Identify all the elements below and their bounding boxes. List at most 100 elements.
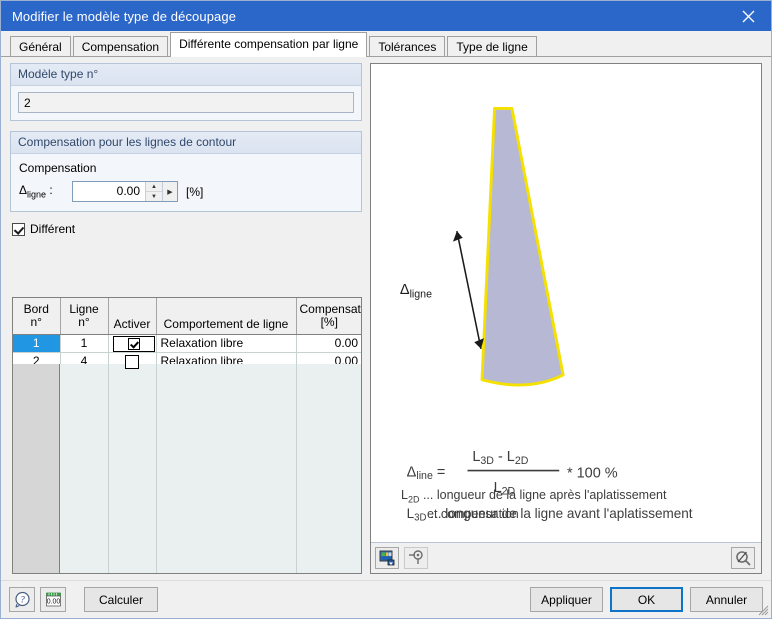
zoom-reset-button[interactable]	[731, 547, 755, 569]
legend-symbol: L	[401, 487, 408, 502]
table-gridline	[108, 364, 109, 573]
table-row[interactable]: 1 1 Relaxation libre 0.00	[13, 334, 361, 353]
tab-type-de-ligne[interactable]: Type de ligne	[447, 36, 537, 56]
cell-compensation[interactable]: 0.00	[296, 352, 361, 370]
row-header-cell[interactable]: 2	[13, 352, 61, 370]
column-header-bord[interactable]: Bord n°	[13, 298, 61, 335]
calculate-button[interactable]: Calculer	[84, 587, 158, 612]
delta-symbol: Δ	[19, 183, 28, 198]
header-line1: Bord	[23, 302, 49, 316]
tab-label: Tolérances	[378, 40, 437, 54]
tab-tolerances[interactable]: Tolérances	[369, 36, 446, 56]
column-header-ligne[interactable]: Ligne n°	[60, 298, 109, 335]
tab-label: Type de ligne	[456, 40, 528, 54]
formula-lhs: Δline =	[407, 464, 446, 482]
activer-checkbox[interactable]	[127, 337, 140, 350]
activer-checkbox-frame[interactable]	[112, 335, 155, 352]
cell-ligne[interactable]: 1	[60, 334, 109, 353]
activer-checkbox[interactable]	[125, 354, 139, 369]
cell-compensation[interactable]: 0.00	[296, 334, 361, 353]
cell-empty[interactable]	[60, 369, 109, 386]
formula-tail: * 100 %	[567, 465, 618, 481]
tab-compensation[interactable]: Compensation	[72, 36, 169, 56]
column-header-compensation[interactable]: Compensation [%]	[296, 298, 362, 335]
column-header-activer[interactable]: Activer	[108, 298, 157, 335]
tab-label: Différente compensation par ligne	[179, 37, 359, 51]
preview-canvas[interactable]: Δligne Δline = L3D - L2D L2D * 100 % L3D…	[371, 64, 761, 542]
header-line2: Activer	[113, 317, 151, 331]
different-checkbox-row[interactable]: Différent	[12, 222, 362, 236]
spinner-up-icon[interactable]: ▲	[146, 182, 162, 192]
ok-button[interactable]: OK	[610, 587, 683, 612]
table-row[interactable]: 2 4 Relaxation libre 0.00	[13, 352, 361, 370]
visibility-toggle-icon	[408, 550, 423, 564]
different-checkbox-label: Différent	[30, 222, 76, 236]
header-line2: n°	[30, 315, 42, 329]
contour-compensation-group: Compensation pour les lignes de contour …	[10, 131, 362, 212]
resize-grip-icon[interactable]	[757, 604, 769, 616]
zoom-reset-icon	[735, 551, 751, 566]
tab-general[interactable]: Général	[10, 36, 71, 56]
tab-differente-compensation-par-ligne[interactable]: Différente compensation par ligne	[170, 32, 368, 57]
cell-activer[interactable]	[108, 352, 157, 370]
preview-panel: Δligne Δline = L3D - L2D L2D * 100 % L3D…	[370, 63, 762, 574]
header-line2: Comportement de ligne	[163, 317, 289, 331]
units-icon: 0.00	[45, 592, 61, 607]
line-compensation-table-wrapper: Bord n° Ligne n° Activer Comportement de…	[12, 297, 362, 574]
help-button[interactable]: ?	[9, 587, 35, 612]
table-empty-rowheader-column	[13, 364, 60, 573]
units-button[interactable]: 0.00	[40, 587, 66, 612]
spinner-down-icon[interactable]: ▼	[146, 192, 162, 201]
delta-measure-line	[456, 230, 482, 350]
cell-empty[interactable]	[156, 369, 297, 386]
spinner-more-icon[interactable]: ▶	[162, 182, 177, 201]
different-checkbox[interactable]	[12, 222, 25, 236]
dialog-content: Modèle type n° Compensation pour les lig…	[1, 56, 771, 618]
spinner-arrows[interactable]: ▲ ▼	[145, 182, 162, 201]
left-panel: Modèle type n° Compensation pour les lig…	[10, 63, 362, 574]
header-line2: [%]	[320, 315, 338, 329]
model-type-input[interactable]	[18, 92, 354, 113]
svg-text:0.00: 0.00	[46, 599, 60, 606]
close-button[interactable]	[725, 1, 771, 31]
render-image-button[interactable]	[375, 547, 399, 569]
cancel-button[interactable]: Annuler	[690, 587, 763, 612]
render-image-icon	[379, 550, 394, 566]
delta-line-value[interactable]: 0.00	[73, 182, 145, 201]
delta-subscript: ligne	[27, 189, 47, 200]
cell-comportement[interactable]: Relaxation libre	[156, 334, 297, 353]
table-gridline	[296, 364, 297, 573]
visibility-toggle-button[interactable]	[404, 547, 428, 569]
dialog-button-bar: ? 0.00 Calculer Appliquer OK Annuler	[1, 580, 771, 618]
table-row-empty[interactable]	[13, 369, 361, 386]
cell-comportement[interactable]: Relaxation libre	[156, 352, 297, 370]
apply-button[interactable]: Appliquer	[530, 587, 603, 612]
line-compensation-table-container: Bord n° Ligne n° Activer Comportement de…	[10, 297, 362, 574]
header-line1: Compensation	[299, 302, 362, 316]
row-header-cell[interactable]	[13, 369, 61, 386]
delta-line-row: Δligne : 0.00 ▲ ▼ ▶ [%]	[19, 181, 353, 202]
delta-line-spinner[interactable]: 0.00 ▲ ▼ ▶	[72, 181, 178, 202]
row-header-cell[interactable]: 1	[13, 334, 61, 353]
tab-label: Général	[19, 40, 62, 54]
delta-colon: :	[46, 183, 53, 198]
column-header-comportement[interactable]: Comportement de ligne	[156, 298, 297, 335]
legend-subscript: 2D	[407, 494, 420, 504]
model-type-group: Modèle type n°	[10, 63, 362, 121]
cell-activer[interactable]	[108, 334, 157, 353]
cell-empty[interactable]	[108, 369, 157, 386]
cell-ligne[interactable]: 4	[60, 352, 109, 370]
delta-ligne-annotation: Δligne	[400, 282, 432, 301]
arrow-head-top-icon	[453, 231, 463, 242]
compensation-subtitle: Compensation	[19, 161, 97, 175]
tab-strip: Général Compensation Différente compensa…	[1, 31, 771, 57]
help-icon: ?	[14, 591, 30, 608]
formula-numerator: L3D - L2D	[472, 449, 528, 467]
contour-compensation-group-header: Compensation pour les lignes de contour	[11, 132, 361, 154]
preview-graphic: Δligne Δline = L3D - L2D L2D * 100 % L3D…	[400, 106, 693, 524]
table-gridline	[156, 364, 157, 573]
delta-symbol: Δ	[400, 282, 410, 298]
legend-text-second-line: et compensation	[427, 507, 519, 521]
cell-empty[interactable]	[296, 369, 361, 386]
legend-item-l2d: L2D ... longueur de la ligne après l'apl…	[401, 488, 666, 523]
